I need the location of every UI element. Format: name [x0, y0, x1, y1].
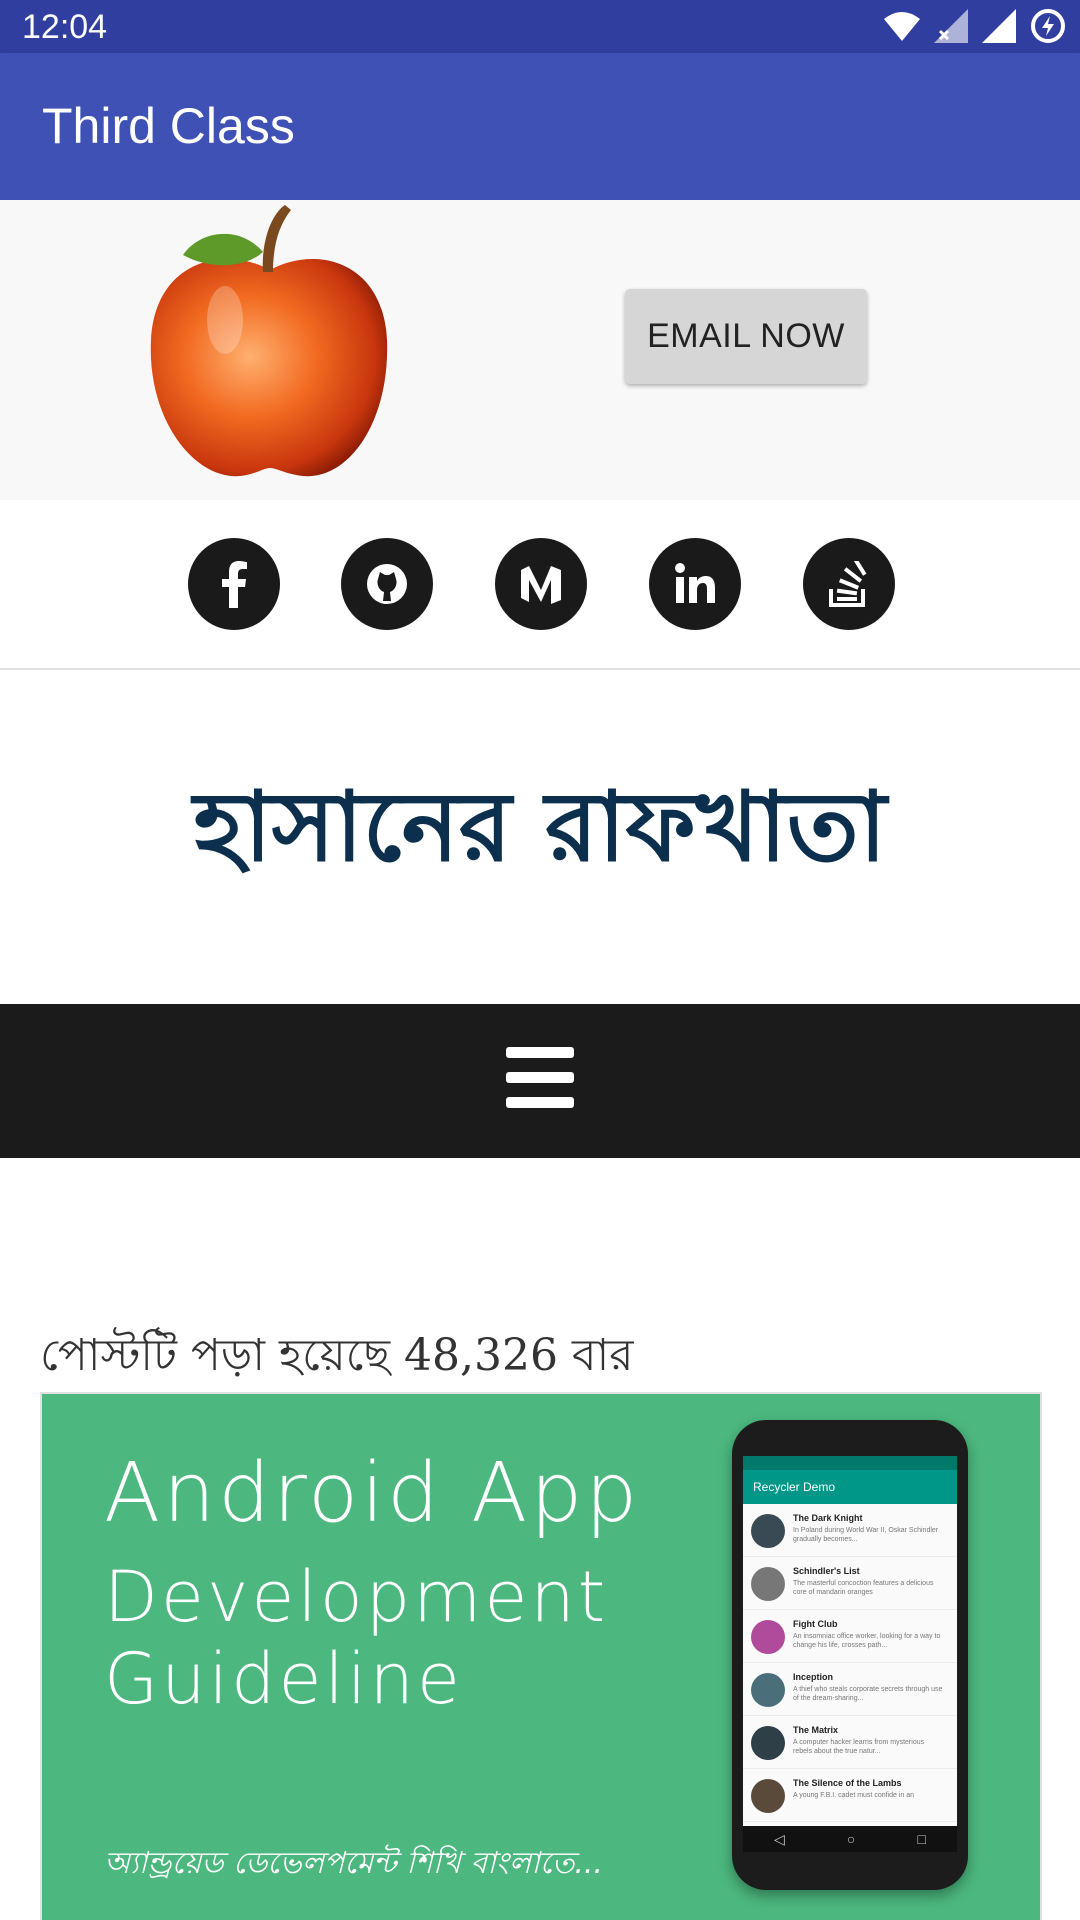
list-item: The Silence of the Lambs A young F.B.I. c…: [743, 1769, 957, 1822]
webview[interactable]: হাসানের রাফখাতা পোস্টটি পড়া হয়েছে 48,3…: [0, 500, 1080, 1920]
list-item-title: The Matrix: [793, 1725, 839, 1735]
status-bar: 12:04: [0, 0, 1080, 53]
phone-status-bar: [743, 1456, 957, 1470]
phone-app-title: Recycler Demo: [743, 1470, 957, 1504]
banner-title-line2: Development Guideline: [104, 1536, 608, 1720]
app-bar: Third Class: [0, 53, 1080, 200]
list-item-title: Schindler's List: [793, 1566, 860, 1576]
divider: [0, 668, 1080, 670]
site-nav-bar: [0, 1004, 1080, 1158]
list-item-desc: The masterful concoction features a deli…: [793, 1580, 934, 1596]
wifi-icon: [884, 12, 920, 41]
banner-title-line3-text: Guideline: [104, 1638, 463, 1720]
phone-mockup: Recycler Demo The Dark Knight In Poland d…: [732, 1420, 968, 1890]
list-item: Schindler's List The masterful concoction…: [743, 1557, 957, 1610]
phone-nav-bar: ◁ ○ □: [743, 1826, 957, 1852]
list-item: Inception A thief who steals corporate se…: [743, 1663, 957, 1716]
avatar: [751, 1779, 785, 1813]
stackoverflow-icon[interactable]: [803, 538, 895, 630]
apple-image: [150, 205, 388, 477]
medium-icon[interactable]: [495, 538, 587, 630]
list-item: The Matrix A computer hacker learns from …: [743, 1716, 957, 1769]
banner-title-line2-text: Development: [104, 1556, 609, 1638]
list-item-desc: A thief who steals corporate secrets thr…: [793, 1686, 943, 1702]
post-featured-image[interactable]: Android App Development Guideline অ্যান্…: [40, 1392, 1042, 1920]
status-time: 12:04: [22, 8, 108, 46]
status-icons: [884, 8, 1066, 44]
avatar: [751, 1726, 785, 1760]
avatar: [751, 1567, 785, 1601]
list-item-title: Inception: [793, 1672, 833, 1682]
back-icon: ◁: [774, 1830, 785, 1847]
menu-icon[interactable]: [506, 1047, 576, 1109]
home-icon: ○: [846, 1831, 856, 1847]
post-view-count: পোস্টটি পড়া হয়েছে 48,326 বার: [40, 1330, 634, 1381]
list-item-desc: A computer hacker learns from mysterious…: [793, 1739, 925, 1755]
avatar: [751, 1673, 785, 1707]
recents-icon: □: [917, 1831, 926, 1847]
list-item-title: The Silence of the Lambs: [793, 1778, 902, 1788]
battery-saver-icon: [1031, 9, 1065, 43]
site-logo-text: হাসানের রাফখাতা: [190, 771, 889, 883]
list-item: The Dark Knight In Poland during World Wa…: [743, 1504, 957, 1557]
social-links: [0, 538, 1080, 630]
banner-tagline: অ্যান্ড্রয়েড ডেভেলপমেন্ট শিখি বাংলাতে..…: [104, 1846, 603, 1881]
signal-off-icon: [934, 9, 968, 43]
banner-title-line1: Android App: [104, 1446, 641, 1541]
list-item-title: The Dark Knight: [793, 1513, 863, 1523]
phone-screen: Recycler Demo The Dark Knight In Poland d…: [743, 1456, 957, 1826]
list-item-desc: An insomniac office worker, looking for …: [793, 1633, 941, 1649]
list-item-desc: In Poland during World War II, Oskar Sch…: [793, 1527, 939, 1543]
linkedin-icon[interactable]: [649, 538, 741, 630]
facebook-icon[interactable]: [188, 538, 280, 630]
avatar: [751, 1514, 785, 1548]
list-item-desc: A young F.B.I. cadet must confide in an: [793, 1792, 915, 1799]
list-item-title: Fight Club: [793, 1619, 838, 1629]
list-item: Fight Club An insomniac office worker, lo…: [743, 1610, 957, 1663]
github-icon[interactable]: [341, 538, 433, 630]
app-title: Third Class: [42, 98, 295, 154]
header-section: EMAIL NOW: [0, 200, 1080, 500]
email-now-button[interactable]: EMAIL NOW: [625, 289, 867, 384]
site-logo[interactable]: হাসানের রাফখাতা: [60, 755, 1020, 905]
avatar: [751, 1620, 785, 1654]
signal-icon: [982, 9, 1016, 43]
